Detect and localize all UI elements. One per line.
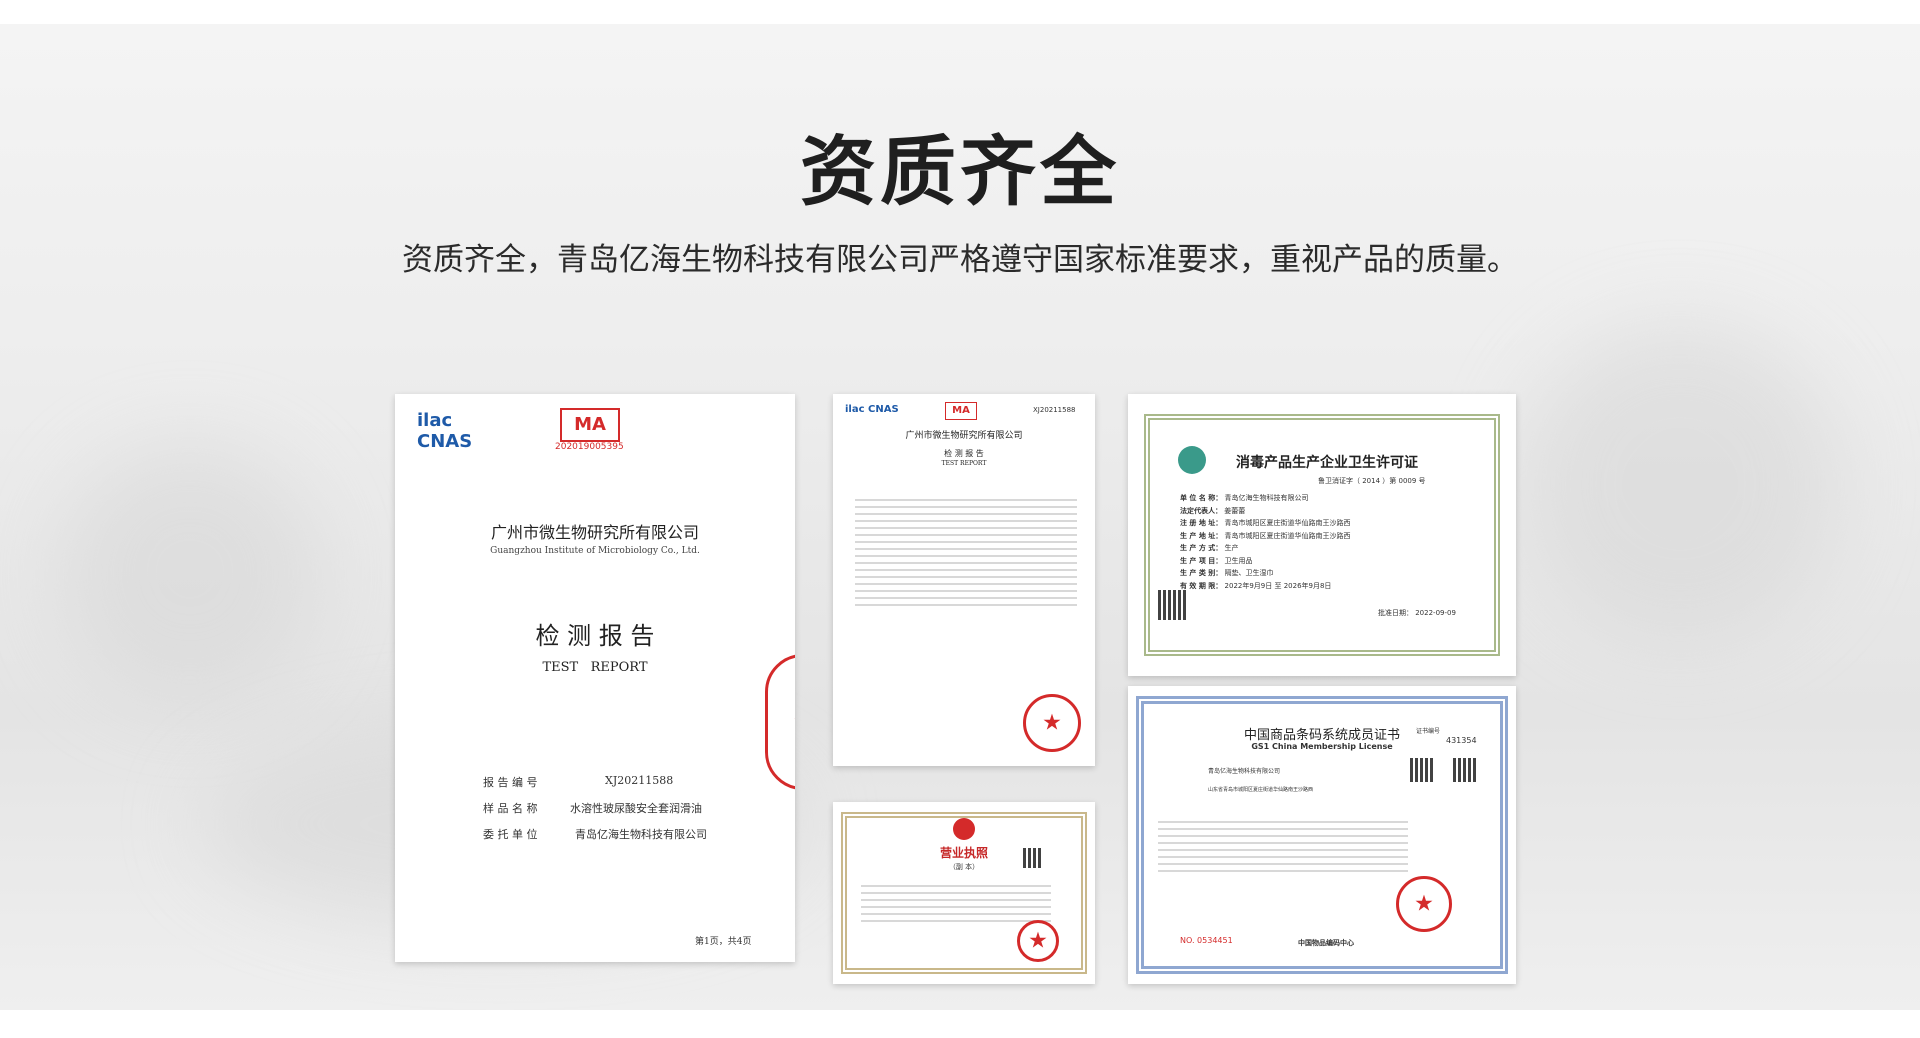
national-emblem-icon <box>953 818 975 840</box>
page-info: 第1页，共4页 <box>695 937 752 947</box>
disinfection-permit-card[interactable]: 消毒产品生产企业卫生许可证 鲁卫消证字（ 2014 ）第 0009 号 单 位 … <box>1128 394 1516 676</box>
section-title: 资质齐全 <box>800 127 1120 216</box>
permit-row-value: 青岛市城阳区夏庄街道华仙路南王沙路西 <box>1222 531 1351 540</box>
permit-row: 法定代表人： 姜蕾蕾 <box>1180 505 1470 518</box>
institute-name-en: Guangzhou Institute of Microbiology Co.,… <box>490 546 700 556</box>
cma-number: 202019005395 <box>555 442 624 452</box>
permit-row-value: 2022年9月9日 至 2026年9月8日 <box>1222 581 1332 590</box>
permit-row-label: 注 册 地 址： <box>1180 519 1223 527</box>
permit-row-value: 生产 <box>1222 544 1239 552</box>
gs1-text <box>1158 816 1408 877</box>
cma-logo: MA <box>945 402 977 420</box>
permit-emblem-icon <box>1178 446 1206 474</box>
permit-title: 消毒产品生产企业卫生许可证 <box>1236 455 1418 471</box>
permit-row-value: 青岛亿海生物科技有限公司 <box>1222 494 1309 502</box>
report-title-en: TEST REPORT <box>542 660 648 675</box>
license-copy-label: （副 本） <box>948 863 980 871</box>
gs1-certificate-card[interactable]: 中国商品条码系统成员证书 GS1 China Membership Licens… <box>1128 686 1516 984</box>
gs1-serial: NO. 0534451 <box>1180 936 1233 945</box>
permit-number: 鲁卫消证字（ 2014 ）第 0009 号 <box>1318 477 1426 485</box>
permit-row-label: 生 产 类 别： <box>1180 569 1223 577</box>
permit-row-value: 姜蕾蕾 <box>1222 506 1246 515</box>
red-seal <box>1396 876 1452 932</box>
permit-row-value: 卫生用品 <box>1222 556 1253 565</box>
permit-row-label: 法定代表人： <box>1180 506 1222 515</box>
report-table <box>855 494 1077 611</box>
qr-code <box>1453 758 1477 782</box>
client-value: 青岛亿海生物科技有限公司 <box>575 828 707 841</box>
background-blur <box>60 444 320 704</box>
permit-row-label: 生 产 项 目： <box>1180 556 1223 565</box>
permit-rows: 单 位 名 称： 青岛亿海生物科技有限公司 法定代表人： 姜蕾蕾注 册 地 址： … <box>1180 492 1470 592</box>
permit-row-value: 青岛市城阳区夏庄街道华仙路南王沙路西 <box>1222 519 1351 527</box>
test-report-cover-card[interactable]: ilac CNAS MA 202019005395 广州市微生物研究所有限公司 … <box>395 394 795 962</box>
client-label: 委 托 单 位 <box>483 828 538 841</box>
gs1-cert-no-label: 证书编号 <box>1416 728 1441 735</box>
report-title-en: TEST REPORT <box>941 460 987 467</box>
qr-code <box>1410 758 1434 782</box>
section-subtitle: 资质齐全，青岛亿海生物科技有限公司严格遵守国家标准要求，重视产品的质量。 <box>402 242 1518 278</box>
permit-row: 有 效 期 限： 2022年9月9日 至 2026年9月8日 <box>1180 580 1470 593</box>
gs1-issuer: 中国物品编码中心 <box>1298 939 1354 947</box>
gs1-address: 山东省青岛市城阳区夏庄街道华仙路南王沙路西 <box>1208 787 1314 793</box>
sample-name-label: 样 品 名 称 <box>483 802 538 815</box>
permit-row: 生 产 方 式： 生产 <box>1180 542 1470 555</box>
permit-row: 单 位 名 称： 青岛亿海生物科技有限公司 <box>1180 492 1470 505</box>
permit-row: 生 产 项 目： 卫生用品 <box>1180 555 1470 568</box>
report-no-label: 报 告 编 号 <box>483 776 538 789</box>
permit-row-label: 生 产 地 址： <box>1180 531 1223 540</box>
red-seal <box>1023 694 1081 752</box>
permit-row-value: 隔垫、卫生湿巾 <box>1222 569 1274 577</box>
license-text <box>861 880 1051 927</box>
permit-row-label: 生 产 方 式： <box>1180 544 1223 552</box>
report-no-value: XJ20211588 <box>605 774 674 787</box>
license-title: 营业执照 <box>939 846 988 860</box>
qualification-section: 资质齐全 资质齐全，青岛亿海生物科技有限公司严格遵守国家标准要求，重视产品的质量… <box>0 24 1920 1010</box>
permit-row-label: 有 效 期 限： <box>1180 581 1223 590</box>
red-seal <box>765 654 795 790</box>
gs1-company: 青岛亿海生物科技有限公司 <box>1208 768 1281 775</box>
cnas-logo: ilac CNAS <box>845 404 899 415</box>
gs1-cert-no: 431354 <box>1446 736 1477 745</box>
permit-row: 注 册 地 址： 青岛市城阳区夏庄街道华仙路南王沙路西 <box>1180 517 1470 530</box>
test-report-detail-card[interactable]: ilac CNAS MA XJ20211588 广州市微生物研究所有限公司 检 … <box>833 394 1095 766</box>
sample-name-value: 水溶性玻尿酸安全套润滑油 <box>570 802 702 815</box>
institute-name-cn: 广州市微生物研究所有限公司 <box>905 431 1023 441</box>
cnas-logo: ilac CNAS <box>417 410 473 452</box>
background-blur <box>1520 324 1840 644</box>
report-title-cn: 检 测 报 告 <box>535 622 655 650</box>
permit-issue-date: 批准日期： 2022-09-09 <box>1378 609 1456 617</box>
red-seal <box>1017 920 1059 962</box>
report-number: XJ20211588 <box>1033 406 1076 414</box>
qr-code <box>1158 590 1188 620</box>
business-license-card[interactable]: 营业执照 （副 本） <box>833 802 1095 984</box>
qr-code <box>1023 848 1043 868</box>
cma-logo: MA <box>560 408 620 442</box>
permit-row: 生 产 地 址： 青岛市城阳区夏庄街道华仙路南王沙路西 <box>1180 530 1470 543</box>
permit-row-label: 单 位 名 称： <box>1180 494 1223 502</box>
report-title-cn: 检 测 报 告 <box>944 449 984 458</box>
institute-name-cn: 广州市微生物研究所有限公司 <box>490 523 699 542</box>
permit-row: 生 产 类 别： 隔垫、卫生湿巾 <box>1180 567 1470 580</box>
